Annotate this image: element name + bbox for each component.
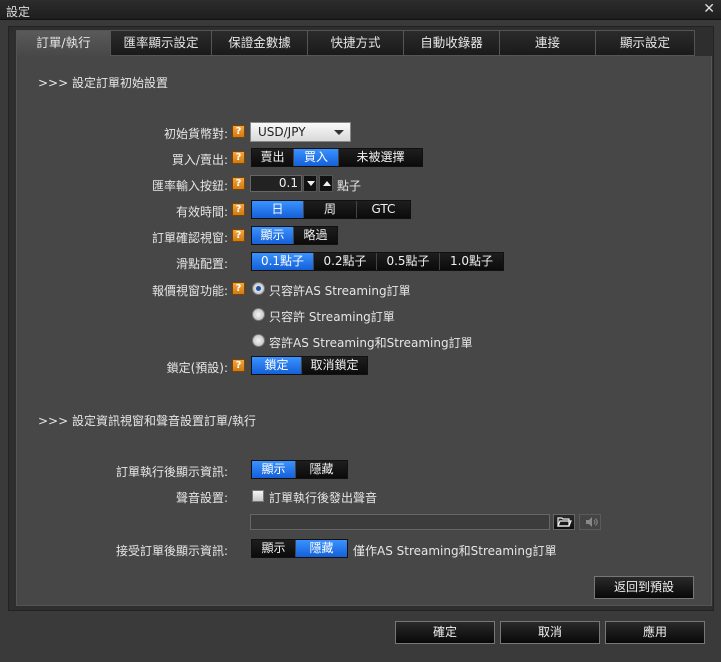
- close-icon[interactable]: ✕: [703, 1, 715, 17]
- tab-display-settings[interactable]: 顯示設定: [596, 30, 695, 56]
- cancel-button[interactable]: 取消: [500, 621, 600, 644]
- slippage-0-1-option[interactable]: 0.1點子: [252, 253, 314, 270]
- window-title: 設定: [6, 5, 31, 19]
- tab-order-execution[interactable]: 訂單/執行: [16, 30, 111, 57]
- sound-checkbox-label: 訂單執行後發出聲音: [269, 491, 378, 505]
- section-title-order-defaults: >>> 設定訂單初始設置: [38, 76, 168, 90]
- confirm-window-toggle: 顯示 略過: [251, 226, 338, 245]
- tab-margin-data[interactable]: 保證金數據: [212, 30, 308, 56]
- tab-rate-display[interactable]: 匯率顯示設定: [111, 30, 212, 56]
- rate-step-label: 匯率輸入按鈕:: [151, 179, 228, 193]
- initial-pair-label: 初始貨幣對:: [163, 127, 228, 141]
- tab-bar: 訂單/執行 匯率顯示設定 保證金數據 快捷方式 自動收錄器 連接 顯示設定: [16, 30, 712, 57]
- help-icon[interactable]: ?: [232, 282, 245, 295]
- buy-sell-label: 買入/賣出:: [171, 153, 228, 167]
- apply-button[interactable]: 應用: [605, 621, 705, 644]
- confirm-show-option[interactable]: 顯示: [252, 227, 294, 244]
- step-down-button[interactable]: [303, 175, 317, 192]
- radio-streaming-only[interactable]: [252, 308, 265, 321]
- initial-pair-dropdown[interactable]: USD/JPY: [250, 122, 351, 142]
- after-exec-show-option[interactable]: 顯示: [252, 461, 296, 478]
- after-accept-info-note: 僅作AS Streaming和Streaming訂單: [353, 544, 557, 558]
- triangle-down-icon: [307, 181, 315, 186]
- tab-auto-recorder[interactable]: 自動收錄器: [404, 30, 500, 56]
- speaker-icon: [586, 517, 598, 527]
- reset-defaults-button[interactable]: 返回到預設: [594, 576, 694, 599]
- chevron-down-icon: [334, 130, 344, 135]
- after-exec-info-toggle: 顯示 隱藏: [251, 460, 348, 479]
- validity-week-option[interactable]: 周: [304, 201, 357, 218]
- confirm-skip-option[interactable]: 略過: [294, 227, 337, 244]
- validity-label: 有效時間:: [175, 205, 228, 219]
- help-icon[interactable]: ?: [232, 177, 245, 190]
- help-icon[interactable]: ?: [232, 151, 245, 164]
- ok-button[interactable]: 確定: [395, 621, 495, 644]
- initial-pair-value: USD/JPY: [258, 125, 306, 139]
- lock-label: 鎖定(預設):: [166, 361, 228, 375]
- unlock-option[interactable]: 取消鎖定: [302, 357, 367, 374]
- play-sound-button[interactable]: [579, 514, 601, 530]
- buy-sell-toggle: 賣出 買入 未被選擇: [251, 148, 423, 167]
- triangle-up-icon: [323, 181, 331, 186]
- radio-as-streaming-only[interactable]: [252, 282, 265, 295]
- slippage-0-5-option[interactable]: 0.5點子: [377, 253, 440, 270]
- slippage-toggle: 0.1點子 0.2點子 0.5點子 1.0點子: [251, 252, 504, 271]
- after-accept-show-option[interactable]: 顯示: [252, 540, 296, 557]
- folder-icon: [557, 517, 572, 527]
- slippage-1-0-option[interactable]: 1.0點子: [440, 253, 503, 270]
- slippage-0-2-option[interactable]: 0.2點子: [314, 253, 377, 270]
- quote-window-label: 報價視窗功能:: [151, 284, 228, 298]
- sound-checkbox[interactable]: [252, 490, 264, 502]
- unselected-option[interactable]: 未被選擇: [339, 149, 422, 166]
- lock-toggle: 鎖定 取消鎖定: [251, 356, 368, 375]
- rate-step-input[interactable]: 0.1: [250, 175, 302, 192]
- sell-option[interactable]: 賣出: [252, 149, 294, 166]
- validity-day-option[interactable]: 日: [252, 201, 304, 218]
- tab-shortcuts[interactable]: 快捷方式: [308, 30, 404, 56]
- sound-file-path-field[interactable]: [250, 514, 550, 530]
- lock-option[interactable]: 鎖定: [252, 357, 302, 374]
- title-bar: 設定 ✕: [0, 0, 721, 20]
- validity-toggle: 日 周 GTC: [251, 200, 411, 219]
- browse-folder-button[interactable]: [553, 514, 575, 530]
- radio-both[interactable]: [252, 334, 265, 347]
- rate-step-unit: 點子: [337, 179, 362, 193]
- buy-option[interactable]: 買入: [294, 149, 339, 166]
- section-title-info-sound: >>> 設定資訊視窗和聲音設置訂單/執行: [38, 414, 257, 428]
- help-icon[interactable]: ?: [232, 359, 245, 372]
- help-icon[interactable]: ?: [232, 229, 245, 242]
- step-up-button[interactable]: [319, 175, 333, 192]
- help-icon[interactable]: ?: [232, 125, 245, 138]
- sound-label: 聲音設置:: [175, 491, 228, 505]
- radio-streaming-only-label: 只容許 Streaming訂單: [269, 310, 395, 324]
- after-accept-info-label: 接受訂單後顯示資訊:: [115, 544, 228, 558]
- slippage-label: 滑點配置:: [175, 257, 228, 271]
- radio-both-label: 容許AS Streaming和Streaming訂單: [269, 336, 473, 350]
- after-exec-hide-option[interactable]: 隱藏: [296, 461, 347, 478]
- validity-gtc-option[interactable]: GTC: [357, 201, 410, 218]
- after-accept-info-toggle: 顯示 隱藏: [251, 539, 348, 558]
- radio-as-streaming-only-label: 只容許AS Streaming訂單: [269, 284, 411, 298]
- after-accept-hide-option[interactable]: 隱藏: [296, 540, 347, 557]
- confirm-window-label: 訂單確認視窗:: [151, 231, 228, 245]
- after-exec-info-label: 訂單執行後顯示資訊:: [115, 465, 228, 479]
- tab-connection[interactable]: 連接: [500, 30, 596, 56]
- help-icon[interactable]: ?: [232, 203, 245, 216]
